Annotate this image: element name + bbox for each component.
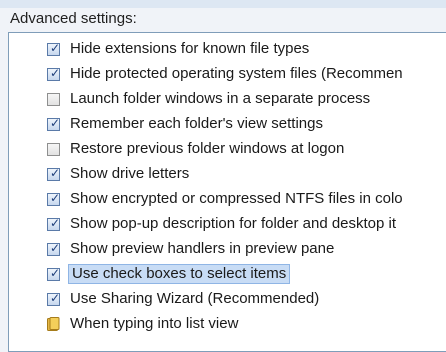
checkmark-icon: ✓ [50,40,61,55]
use-sharing-wizard-checkbox[interactable]: ✓ [47,290,61,306]
list-item-label: Show pop-up description for folder and d… [70,215,397,232]
folder-icon [47,317,60,331]
show-drive-letters-checkbox[interactable]: ✓ [47,165,61,181]
list-item-use-sharing-wizard[interactable]: ✓ Use Sharing Wizard (Recommended) [47,288,321,310]
show-preview-handlers-checkbox[interactable]: ✓ [47,240,61,256]
show-popup-description-checkbox[interactable]: ✓ [47,215,61,231]
checkmark-icon: ✓ [50,65,61,80]
list-item-show-popup-description[interactable]: ✓ Show pop-up description for folder and… [47,213,398,235]
window-top-strip [0,0,446,8]
list-item-label: Show preview handlers in preview pane [70,240,335,257]
list-item-label: Hide extensions for known file types [70,40,310,57]
list-item-label: Show encrypted or compressed NTFS files … [70,190,403,207]
hide-protected-files-checkbox[interactable]: ✓ [47,65,61,81]
list-item-use-check-boxes[interactable]: ✓ Use check boxes to select items [47,263,291,285]
checkmark-icon: ✓ [50,115,61,130]
list-item-launch-separate-process[interactable]: Launch folder windows in a separate proc… [47,88,372,110]
list-item-hide-protected-files[interactable]: ✓ Hide protected operating system files … [47,63,405,85]
checkmark-icon: ✓ [50,290,61,305]
list-item-remember-view-settings[interactable]: ✓ Remember each folder's view settings [47,113,325,135]
list-item-label: Use Sharing Wizard (Recommended) [70,290,320,307]
checkmark-icon: ✓ [50,165,61,180]
list-item-hide-extensions[interactable]: ✓ Hide extensions for known file types [47,38,311,60]
list-item-show-drive-letters[interactable]: ✓ Show drive letters [47,163,191,185]
list-item-label: Use check boxes to select items [68,264,291,284]
remember-view-settings-checkbox[interactable]: ✓ [47,115,61,131]
list-item-when-typing[interactable]: When typing into list view [47,313,240,335]
list-item-label: When typing into list view [70,315,239,332]
list-item-label: Show drive letters [70,165,190,182]
checkmark-icon: ✓ [50,240,61,255]
show-encrypted-color-checkbox[interactable]: ✓ [47,190,61,206]
hide-extensions-checkbox[interactable]: ✓ [47,40,61,56]
checkmark-icon: ✓ [50,265,61,280]
list-item-show-encrypted-color[interactable]: ✓ Show encrypted or compressed NTFS file… [47,188,405,210]
advanced-settings-list[interactable]: ✓ Hide extensions for known file types ✓… [8,32,446,352]
use-check-boxes-checkbox[interactable]: ✓ [47,265,61,281]
advanced-settings-heading: Advanced settings: [10,10,137,27]
checkmark-icon: ✓ [50,215,61,230]
list-item-show-preview-handlers[interactable]: ✓ Show preview handlers in preview pane [47,238,336,260]
restore-windows-checkbox[interactable] [47,142,60,156]
launch-separate-process-checkbox[interactable] [47,92,60,106]
list-item-label: Restore previous folder windows at logon [70,140,345,157]
list-item-restore-windows[interactable]: Restore previous folder windows at logon [47,138,346,160]
checkmark-icon: ✓ [50,190,61,205]
list-item-label: Launch folder windows in a separate proc… [70,90,371,107]
list-item-label: Remember each folder's view settings [70,115,323,132]
list-item-label: Hide protected operating system files (R… [70,65,403,82]
